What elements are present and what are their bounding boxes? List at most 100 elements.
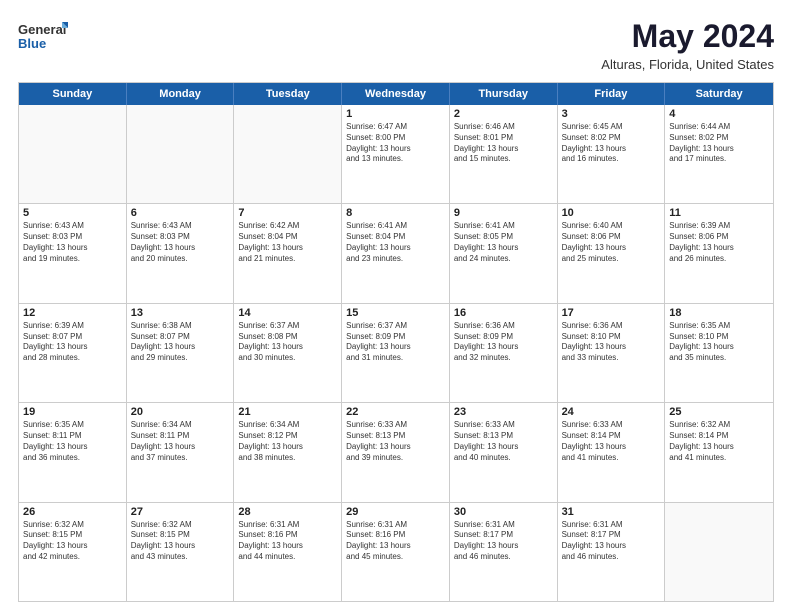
day-number-4: 4 (669, 108, 769, 120)
day-info-13: Sunrise: 6:38 AMSunset: 8:07 PMDaylight:… (131, 321, 230, 364)
day-info-10: Sunrise: 6:40 AMSunset: 8:06 PMDaylight:… (562, 221, 661, 264)
day-number-23: 23 (454, 406, 553, 418)
day-cell-5: 5 Sunrise: 6:43 AMSunset: 8:03 PMDaylight… (19, 204, 127, 302)
day-cell-2: 2 Sunrise: 6:46 AMSunset: 8:01 PMDaylight… (450, 105, 558, 203)
day-cell-11: 11 Sunrise: 6:39 AMSunset: 8:06 PMDayligh… (665, 204, 773, 302)
week-row-2: 5 Sunrise: 6:43 AMSunset: 8:03 PMDaylight… (19, 204, 773, 303)
day-info-1: Sunrise: 6:47 AMSunset: 8:00 PMDaylight:… (346, 122, 445, 165)
day-number-28: 28 (238, 506, 337, 518)
day-info-12: Sunrise: 6:39 AMSunset: 8:07 PMDaylight:… (23, 321, 122, 364)
logo: General Blue (18, 18, 68, 56)
day-cell-18: 18 Sunrise: 6:35 AMSunset: 8:10 PMDayligh… (665, 304, 773, 402)
day-number-18: 18 (669, 307, 769, 319)
header-day-thursday: Thursday (450, 83, 558, 105)
empty-cell-w4-d6 (665, 503, 773, 601)
day-info-19: Sunrise: 6:35 AMSunset: 8:11 PMDaylight:… (23, 420, 122, 463)
day-info-16: Sunrise: 6:36 AMSunset: 8:09 PMDaylight:… (454, 321, 553, 364)
day-number-21: 21 (238, 406, 337, 418)
day-number-31: 31 (562, 506, 661, 518)
header-day-saturday: Saturday (665, 83, 773, 105)
day-info-24: Sunrise: 6:33 AMSunset: 8:14 PMDaylight:… (562, 420, 661, 463)
day-number-13: 13 (131, 307, 230, 319)
day-cell-1: 1 Sunrise: 6:47 AMSunset: 8:00 PMDaylight… (342, 105, 450, 203)
svg-text:General: General (18, 22, 66, 37)
day-number-5: 5 (23, 207, 122, 219)
calendar-body: 1 Sunrise: 6:47 AMSunset: 8:00 PMDaylight… (19, 105, 773, 601)
day-number-24: 24 (562, 406, 661, 418)
day-info-7: Sunrise: 6:42 AMSunset: 8:04 PMDaylight:… (238, 221, 337, 264)
day-info-23: Sunrise: 6:33 AMSunset: 8:13 PMDaylight:… (454, 420, 553, 463)
day-info-8: Sunrise: 6:41 AMSunset: 8:04 PMDaylight:… (346, 221, 445, 264)
day-number-1: 1 (346, 108, 445, 120)
header-day-friday: Friday (558, 83, 666, 105)
day-info-20: Sunrise: 6:34 AMSunset: 8:11 PMDaylight:… (131, 420, 230, 463)
day-info-18: Sunrise: 6:35 AMSunset: 8:10 PMDaylight:… (669, 321, 769, 364)
day-number-9: 9 (454, 207, 553, 219)
day-cell-17: 17Sunrise: 6:36 AMSunset: 8:10 PMDayligh… (558, 304, 666, 402)
day-number-10: 10 (562, 207, 661, 219)
day-cell-30: 30 Sunrise: 6:31 AMSunset: 8:17 PMDayligh… (450, 503, 558, 601)
day-info-21: Sunrise: 6:34 AMSunset: 8:12 PMDaylight:… (238, 420, 337, 463)
day-info-5: Sunrise: 6:43 AMSunset: 8:03 PMDaylight:… (23, 221, 122, 264)
day-number-12: 12 (23, 307, 122, 319)
week-row-1: 1 Sunrise: 6:47 AMSunset: 8:00 PMDaylight… (19, 105, 773, 204)
day-number-2: 2 (454, 108, 553, 120)
day-number-25: 25 (669, 406, 769, 418)
day-info-9: Sunrise: 6:41 AMSunset: 8:05 PMDaylight:… (454, 221, 553, 264)
day-cell-26: 26Sunrise: 6:32 AMSunset: 8:15 PMDayligh… (19, 503, 127, 601)
header: General Blue May 2024 Alturas, Florida, … (18, 18, 774, 72)
day-number-26: 26 (23, 506, 122, 518)
title-block: May 2024 Alturas, Florida, United States (601, 18, 774, 72)
logo-svg: General Blue (18, 18, 68, 56)
main-title: May 2024 (601, 18, 774, 55)
subtitle: Alturas, Florida, United States (601, 57, 774, 72)
day-number-20: 20 (131, 406, 230, 418)
day-cell-10: 10 Sunrise: 6:40 AMSunset: 8:06 PMDayligh… (558, 204, 666, 302)
day-info-2: Sunrise: 6:46 AMSunset: 8:01 PMDaylight:… (454, 122, 553, 165)
day-cell-29: 29Sunrise: 6:31 AMSunset: 8:16 PMDayligh… (342, 503, 450, 601)
day-cell-13: 13 Sunrise: 6:38 AMSunset: 8:07 PMDayligh… (127, 304, 235, 402)
day-cell-8: 8Sunrise: 6:41 AMSunset: 8:04 PMDaylight… (342, 204, 450, 302)
day-cell-16: 16 Sunrise: 6:36 AMSunset: 8:09 PMDayligh… (450, 304, 558, 402)
day-info-25: Sunrise: 6:32 AMSunset: 8:14 PMDaylight:… (669, 420, 769, 463)
calendar: SundayMondayTuesdayWednesdayThursdayFrid… (18, 82, 774, 602)
empty-cell-w0-d1 (127, 105, 235, 203)
day-cell-24: 24 Sunrise: 6:33 AMSunset: 8:14 PMDayligh… (558, 403, 666, 501)
week-row-3: 12 Sunrise: 6:39 AMSunset: 8:07 PMDayligh… (19, 304, 773, 403)
day-number-16: 16 (454, 307, 553, 319)
week-row-5: 26Sunrise: 6:32 AMSunset: 8:15 PMDayligh… (19, 503, 773, 601)
day-info-15: Sunrise: 6:37 AMSunset: 8:09 PMDaylight:… (346, 321, 445, 364)
day-cell-31: 31 Sunrise: 6:31 AMSunset: 8:17 PMDayligh… (558, 503, 666, 601)
day-number-11: 11 (669, 207, 769, 219)
day-cell-19: 19 Sunrise: 6:35 AMSunset: 8:11 PMDayligh… (19, 403, 127, 501)
day-number-30: 30 (454, 506, 553, 518)
calendar-header: SundayMondayTuesdayWednesdayThursdayFrid… (19, 83, 773, 105)
header-day-wednesday: Wednesday (342, 83, 450, 105)
week-row-4: 19 Sunrise: 6:35 AMSunset: 8:11 PMDayligh… (19, 403, 773, 502)
day-cell-4: 4Sunrise: 6:44 AMSunset: 8:02 PMDaylight… (665, 105, 773, 203)
day-number-27: 27 (131, 506, 230, 518)
day-info-11: Sunrise: 6:39 AMSunset: 8:06 PMDaylight:… (669, 221, 769, 264)
day-cell-28: 28Sunrise: 6:31 AMSunset: 8:16 PMDayligh… (234, 503, 342, 601)
day-number-17: 17 (562, 307, 661, 319)
day-cell-23: 23 Sunrise: 6:33 AMSunset: 8:13 PMDayligh… (450, 403, 558, 501)
header-day-sunday: Sunday (19, 83, 127, 105)
day-cell-9: 9 Sunrise: 6:41 AMSunset: 8:05 PMDaylight… (450, 204, 558, 302)
day-cell-25: 25 Sunrise: 6:32 AMSunset: 8:14 PMDayligh… (665, 403, 773, 501)
day-number-6: 6 (131, 207, 230, 219)
day-number-7: 7 (238, 207, 337, 219)
day-cell-7: 7 Sunrise: 6:42 AMSunset: 8:04 PMDaylight… (234, 204, 342, 302)
header-day-monday: Monday (127, 83, 235, 105)
day-info-30: Sunrise: 6:31 AMSunset: 8:17 PMDaylight:… (454, 520, 553, 563)
day-info-22: Sunrise: 6:33 AMSunset: 8:13 PMDaylight:… (346, 420, 445, 463)
day-cell-12: 12 Sunrise: 6:39 AMSunset: 8:07 PMDayligh… (19, 304, 127, 402)
day-number-29: 29 (346, 506, 445, 518)
empty-cell-w0-d0 (19, 105, 127, 203)
day-cell-14: 14Sunrise: 6:37 AMSunset: 8:08 PMDayligh… (234, 304, 342, 402)
day-number-15: 15 (346, 307, 445, 319)
day-number-19: 19 (23, 406, 122, 418)
day-cell-6: 6Sunrise: 6:43 AMSunset: 8:03 PMDaylight… (127, 204, 235, 302)
day-info-31: Sunrise: 6:31 AMSunset: 8:17 PMDaylight:… (562, 520, 661, 563)
day-cell-22: 22Sunrise: 6:33 AMSunset: 8:13 PMDayligh… (342, 403, 450, 501)
day-info-3: Sunrise: 6:45 AMSunset: 8:02 PMDaylight:… (562, 122, 661, 165)
